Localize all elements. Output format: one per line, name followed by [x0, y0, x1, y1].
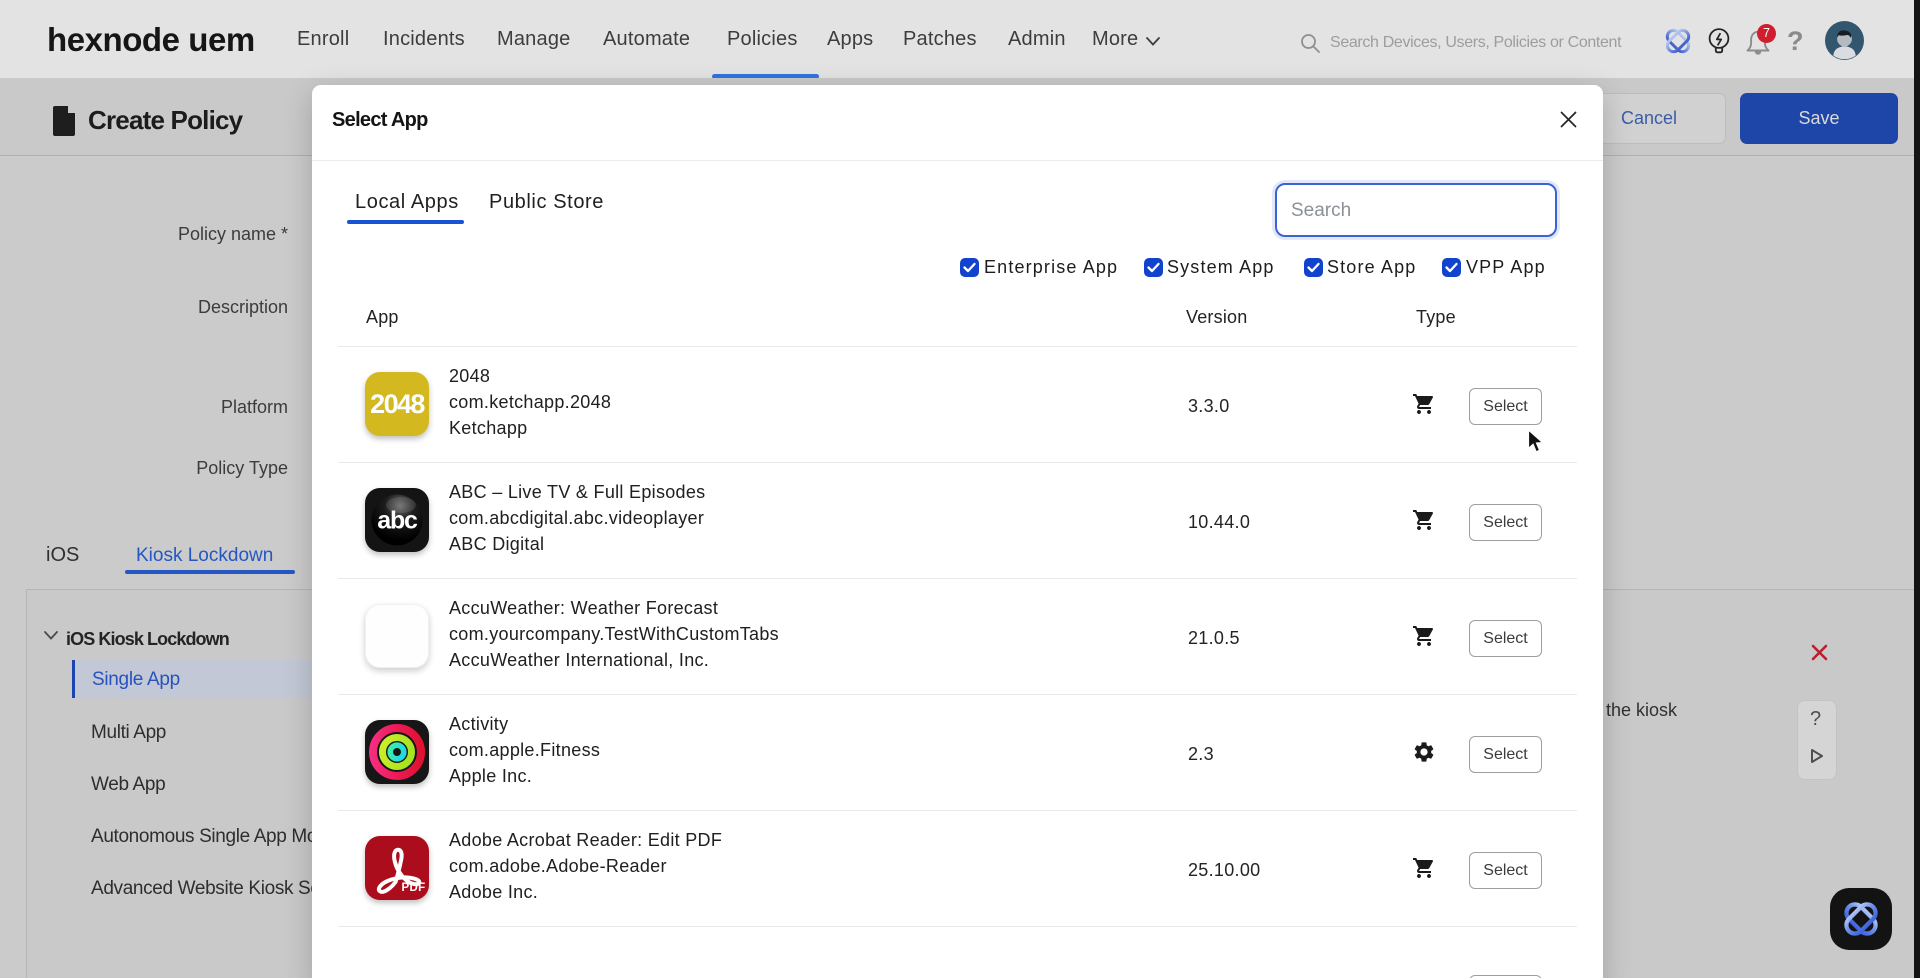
svg-text:PDF: PDF — [402, 882, 426, 894]
svg-text:abc: abc — [377, 507, 418, 535]
